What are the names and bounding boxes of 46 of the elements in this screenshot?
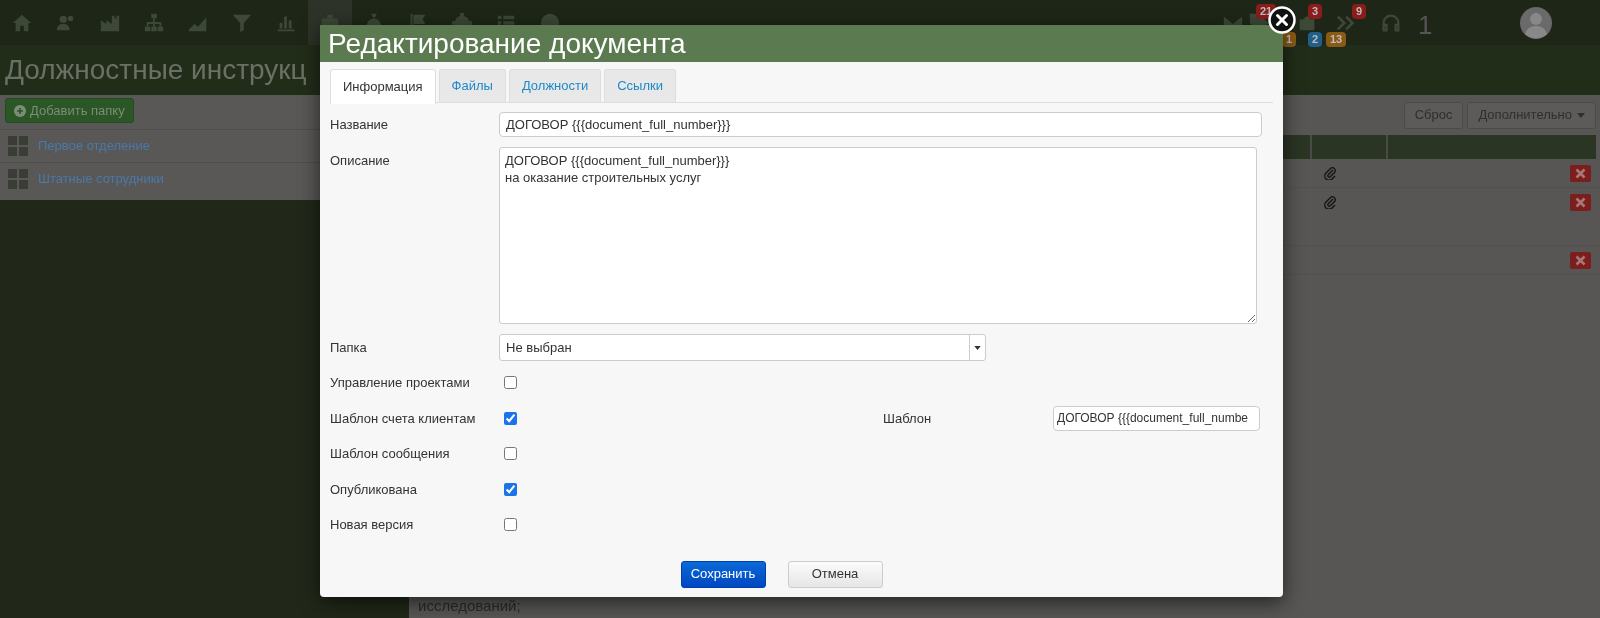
modal-title: Редактирование документа bbox=[320, 25, 1283, 62]
field-label: Папка bbox=[330, 338, 368, 357]
checkbox[interactable] bbox=[504, 447, 517, 461]
field-label: Шаблон bbox=[883, 409, 933, 428]
delete-button[interactable] bbox=[1570, 165, 1591, 182]
name-field[interactable]: ДОГОВОР {{{document_full_number}}} bbox=[499, 112, 1262, 137]
tab[interactable]: Файлы bbox=[438, 69, 506, 102]
paperclip-icon[interactable] bbox=[1323, 166, 1337, 180]
close-icon bbox=[1575, 168, 1586, 179]
checkbox[interactable] bbox=[504, 482, 517, 496]
tab[interactable]: Должности bbox=[508, 69, 602, 102]
folder-select[interactable]: Не выбран bbox=[499, 334, 986, 361]
checkbox-label: Шаблон счета клиентам bbox=[330, 409, 477, 428]
field-label: Название bbox=[330, 115, 390, 134]
counter: 1 bbox=[1418, 9, 1433, 42]
checkbox-label: Шаблон сообщения bbox=[330, 445, 451, 463]
close-icon bbox=[1575, 255, 1586, 266]
caret-icon bbox=[1577, 112, 1585, 118]
grid-icon bbox=[8, 168, 28, 189]
checkbox[interactable] bbox=[504, 411, 517, 425]
add-folder-button[interactable]: Добавить папку bbox=[5, 98, 134, 123]
notification-count: 9 bbox=[1352, 4, 1367, 19]
grid-icon bbox=[8, 135, 28, 156]
delete-button[interactable] bbox=[1570, 252, 1591, 269]
checkbox-label: Новая версия bbox=[330, 516, 415, 534]
notification-count: 3 bbox=[1308, 4, 1323, 19]
save-button[interactable]: Сохранить bbox=[680, 560, 766, 588]
notification-count: 2 bbox=[1308, 32, 1323, 47]
checkbox-label: Опубликована bbox=[330, 480, 418, 499]
notification-count: 13 bbox=[1326, 32, 1347, 47]
checkbox[interactable] bbox=[504, 376, 517, 390]
description-field[interactable]: ДОГОВОР {{{document_full_number}}} на оказание строительных услуг bbox=[499, 147, 1257, 324]
template-field[interactable]: ДОГОВОР {{{document_full_numbe bbox=[1053, 405, 1260, 431]
plus-icon bbox=[14, 104, 26, 117]
paperclip-icon[interactable] bbox=[1323, 195, 1337, 209]
field-label: Описание bbox=[330, 152, 391, 170]
checkbox[interactable] bbox=[504, 518, 517, 532]
checkbox-label: Управление проектами bbox=[330, 374, 471, 392]
delete-button[interactable] bbox=[1570, 194, 1591, 211]
avatar-icon[interactable] bbox=[1519, 6, 1553, 40]
tab[interactable]: Ссылки bbox=[604, 69, 676, 102]
cancel-button[interactable]: Отмена bbox=[787, 560, 883, 588]
close-icon bbox=[1575, 197, 1586, 208]
caret-icon bbox=[974, 345, 981, 350]
page-title: Должностные инструкц bbox=[5, 53, 307, 87]
tab[interactable]: Информация bbox=[330, 69, 436, 104]
